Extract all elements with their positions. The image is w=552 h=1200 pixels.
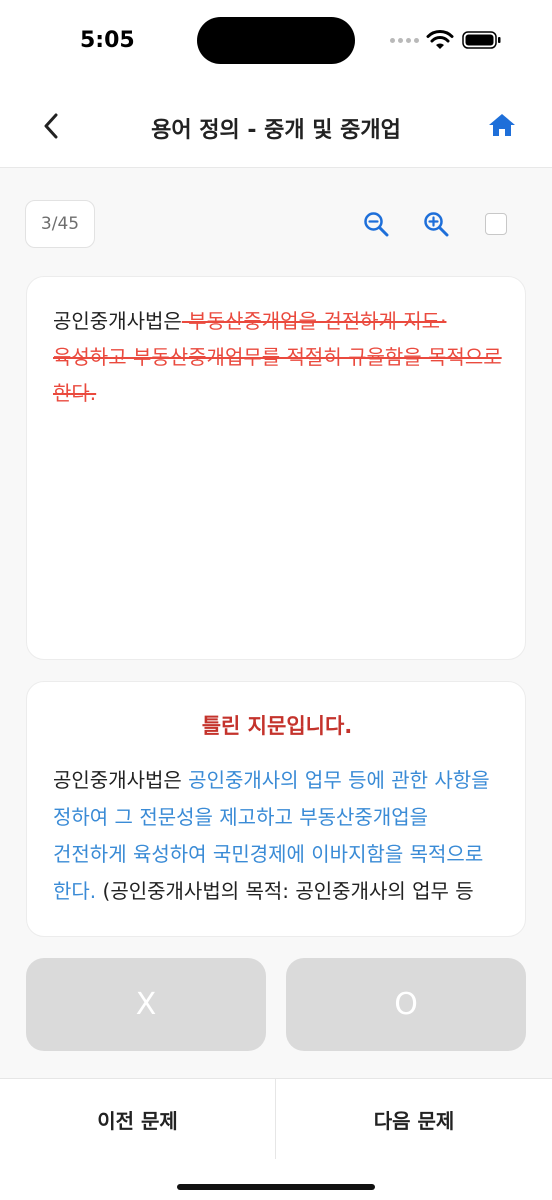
status-time: 5:05 xyxy=(80,28,135,53)
zoom-in-icon xyxy=(424,212,449,237)
home-icon xyxy=(489,114,515,136)
previous-question-button[interactable]: 이전 문제 xyxy=(0,1079,275,1159)
zoom-out-icon xyxy=(364,212,389,237)
page-counter: 3/45 xyxy=(25,200,95,248)
home-indicator xyxy=(177,1184,375,1190)
answer-x-button[interactable]: X xyxy=(26,958,266,1051)
question-card: 공인중개사법은 부동산중개업을 건전하게 지도·육성하고 부동산중개업무를 적절… xyxy=(26,276,526,660)
answer-suffix: (공인중개사법의 목적: 공인중개사의 업무 등 xyxy=(96,879,474,903)
home-button[interactable] xyxy=(486,108,518,142)
answer-card: 틀린 지문입니다. 공인중개사법은 공인중개사의 업무 등에 관한 사항을 정하… xyxy=(26,681,526,937)
answer-o-button[interactable]: O xyxy=(286,958,526,1051)
dynamic-island xyxy=(197,17,355,64)
answer-explanation: 공인중개사법은 공인중개사의 업무 등에 관한 사항을 정하여 그 전문성을 제… xyxy=(53,762,505,910)
next-question-button[interactable]: 다음 문제 xyxy=(276,1079,552,1159)
question-text: 공인중개사법은 부동산중개업을 건전하게 지도·육성하고 부동산중개업무를 적절… xyxy=(53,303,503,411)
bookmark-checkbox[interactable] xyxy=(485,213,507,235)
page-title: 용어 정의 - 중개 및 중개업 xyxy=(151,118,401,143)
chevron-left-icon xyxy=(44,113,58,139)
back-button[interactable] xyxy=(34,106,68,146)
answer-result-title: 틀린 지문입니다. xyxy=(201,714,353,738)
zoom-in-button[interactable] xyxy=(420,208,452,240)
status-bar: 5:05 xyxy=(0,0,552,84)
bottom-navigation: 이전 문제 다음 문제 xyxy=(0,1078,552,1200)
zoom-out-button[interactable] xyxy=(360,208,392,240)
cellular-signal-icon xyxy=(390,38,419,43)
navigation-bar: 용어 정의 - 중개 및 중개업 xyxy=(0,84,552,168)
answer-prefix: 공인중개사법은 xyxy=(53,768,189,792)
battery-icon xyxy=(462,31,501,49)
wifi-icon xyxy=(426,30,454,49)
question-prefix: 공인중개사법은 xyxy=(53,309,182,333)
